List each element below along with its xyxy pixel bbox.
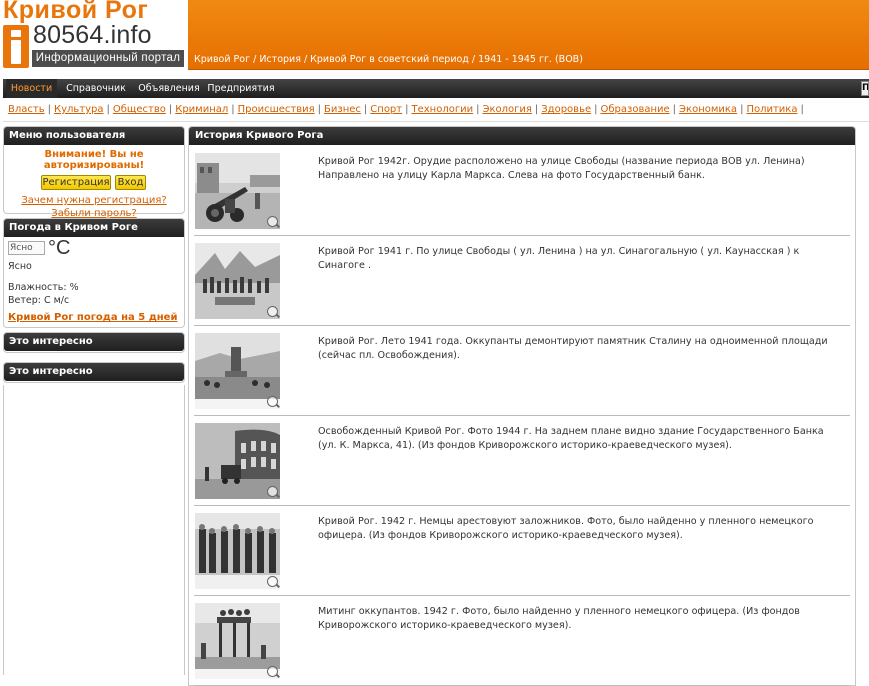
- item-description: Кривой Рог. Лето 1941 года. Оккупанты де…: [318, 336, 828, 361]
- info-icon: [3, 25, 29, 68]
- item-description: Митинг оккупантов. 1942 г. Фото, было на…: [318, 606, 800, 631]
- item-description: Кривой Рог. 1942 г. Немцы арестовуют зал…: [318, 516, 814, 541]
- nav-item-directory[interactable]: Справочник: [61, 79, 131, 98]
- category-link-politics[interactable]: Политика: [746, 104, 797, 115]
- category-link-society[interactable]: Общество: [113, 104, 166, 115]
- zoom-icon[interactable]: [267, 396, 278, 407]
- weather-wind: Ветер: С м/с: [8, 295, 70, 306]
- zoom-icon[interactable]: [267, 216, 278, 227]
- interesting-block: Это интересно: [3, 332, 185, 353]
- weather-title: Погода в Кривом Роге: [4, 219, 184, 237]
- category-link-ecology[interactable]: Экология: [482, 104, 531, 115]
- list-item: Освобожденный Кривой Рог. Фото 1944 г. Н…: [194, 417, 850, 506]
- nav-item-companies[interactable]: Предприятия: [207, 79, 275, 98]
- login-button[interactable]: Вход: [115, 175, 146, 190]
- list-item: Кривой Рог. Лето 1941 года. Оккупанты де…: [194, 327, 850, 416]
- site-header: Кривой Рог 80564.info Информационный пор…: [0, 0, 869, 70]
- category-link-incidents[interactable]: Происшествия: [238, 104, 315, 115]
- register-button[interactable]: Регистрация: [41, 175, 111, 190]
- list-item: Кривой Рог. 1942 г. Немцы арестовуют зал…: [194, 507, 850, 596]
- item-description: Кривой Рог 1942г. Орудие расположено на …: [318, 156, 805, 181]
- zoom-icon[interactable]: [267, 306, 278, 317]
- category-link-crime[interactable]: Криминал: [175, 104, 228, 115]
- temperature-unit: °C: [48, 237, 71, 259]
- divider: [3, 121, 869, 122]
- category-link-power[interactable]: Власть: [8, 104, 45, 115]
- list-item: Митинг оккупантов. 1942 г. Фото, было на…: [194, 597, 850, 686]
- interesting-block: Это интересно: [3, 362, 185, 383]
- zoom-icon[interactable]: [267, 576, 278, 587]
- photo-thumbnail[interactable]: [195, 153, 280, 229]
- user-menu: Меню пользователя Внимание! Вы не автори…: [3, 126, 185, 219]
- photo-thumbnail[interactable]: [195, 333, 280, 409]
- user-menu-title: Меню пользователя: [4, 127, 184, 145]
- weather-state: Ясно: [8, 261, 32, 272]
- photo-thumbnail[interactable]: [195, 603, 280, 679]
- category-links: Власть | Культура | Общество | Криминал | Происш…: [8, 104, 804, 115]
- list-item: Кривой Рог 1942г. Орудие расположено на …: [194, 147, 850, 236]
- weather-humidity: Влажность: %: [8, 282, 79, 293]
- why-register-link[interactable]: Зачем нужна регистрация?: [4, 194, 184, 207]
- item-description: Кривой Рог 1941 г. По улице Свободы ( ул…: [318, 246, 800, 271]
- photo-thumbnail[interactable]: [195, 513, 280, 589]
- photo-thumbnail[interactable]: [195, 243, 280, 319]
- auth-warning: Внимание! Вы не авторизированы!: [43, 149, 145, 171]
- nav-item-news[interactable]: Новости: [6, 79, 57, 98]
- main-nav: Новости Справочник Объявления Предприяти…: [3, 79, 869, 98]
- category-link-business[interactable]: Бизнес: [324, 104, 361, 115]
- category-link-economy[interactable]: Экономика: [679, 104, 737, 115]
- interesting-title: Это интересно: [4, 363, 184, 381]
- site-logo[interactable]: Кривой Рог 80564.info Информационный пор…: [0, 0, 188, 70]
- weather-widget: Погода в Кривом Роге Ясно °C Ясно Влажно…: [3, 218, 185, 328]
- category-link-health[interactable]: Здоровье: [541, 104, 591, 115]
- zoom-icon[interactable]: [267, 486, 278, 497]
- list-item: Кривой Рог 1941 г. По улице Свободы ( ул…: [194, 237, 850, 326]
- weather-image: Ясно: [8, 241, 45, 255]
- zoom-icon[interactable]: [267, 666, 278, 677]
- logo-subtitle: Информационный портал: [32, 50, 184, 67]
- item-description: Освобожденный Кривой Рог. Фото 1944 г. Н…: [318, 426, 824, 451]
- interesting-title: Это интересно: [4, 333, 184, 351]
- category-link-culture[interactable]: Культура: [54, 104, 104, 115]
- sidebar-frame: [3, 385, 185, 675]
- breadcrumb: Кривой Рог / История / Кривой Рог в сове…: [194, 54, 583, 65]
- category-link-technology[interactable]: Технологии: [411, 104, 473, 115]
- history-title: История Кривого Рога: [189, 127, 855, 145]
- logo-domain: 80564.info: [33, 21, 152, 49]
- category-link-education[interactable]: Образование: [601, 104, 670, 115]
- category-link-sport[interactable]: Спорт: [370, 104, 402, 115]
- nav-item-ads[interactable]: Объявления: [133, 79, 205, 98]
- history-panel: История Кривого Рога Кривой Рог 1942г. О…: [188, 126, 856, 686]
- weather-forecast-link[interactable]: Кривой Рог погода на 5 дней: [8, 312, 177, 323]
- photo-thumbnail[interactable]: [195, 423, 280, 499]
- nav-right-button[interactable]: П: [861, 81, 869, 96]
